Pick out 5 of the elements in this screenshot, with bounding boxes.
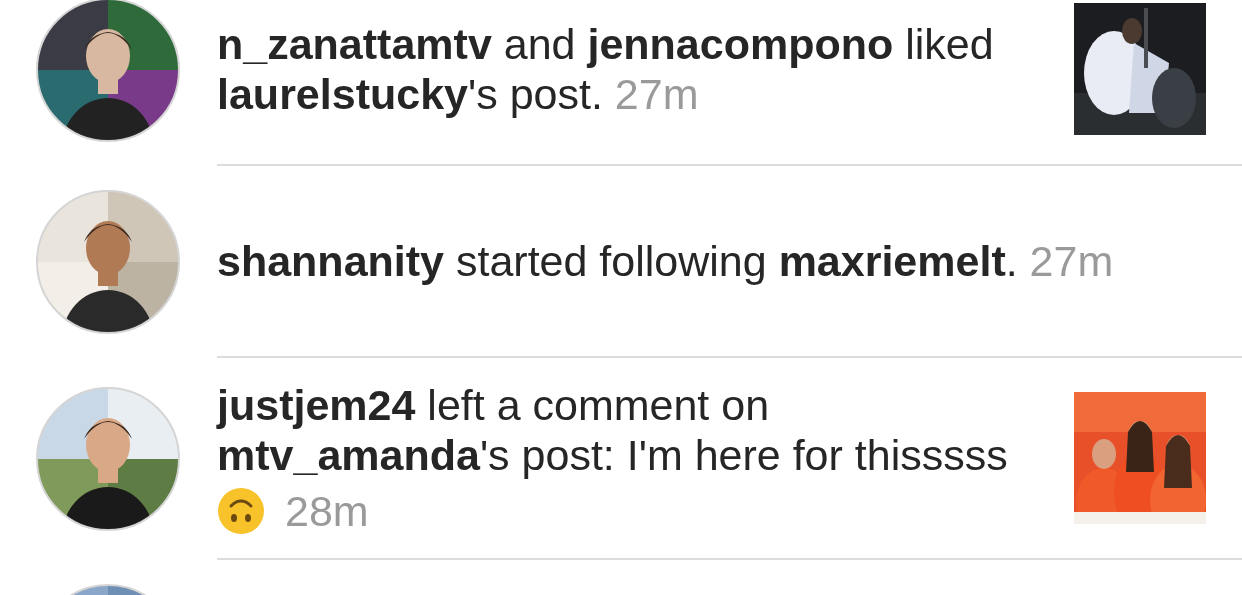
notification-text: n_zanattamtv and jennacompono liked laurelstucky's post. 27m xyxy=(217,20,994,118)
notification-text: justjem24 left a comment on mtv_amanda's post: I'm here for thisssss xyxy=(217,380,1009,480)
timestamp: 28m xyxy=(285,486,369,536)
notification-text: shannanity started following maxriemelt. 27m xyxy=(217,237,1114,285)
upside-down-face-icon xyxy=(217,487,265,535)
